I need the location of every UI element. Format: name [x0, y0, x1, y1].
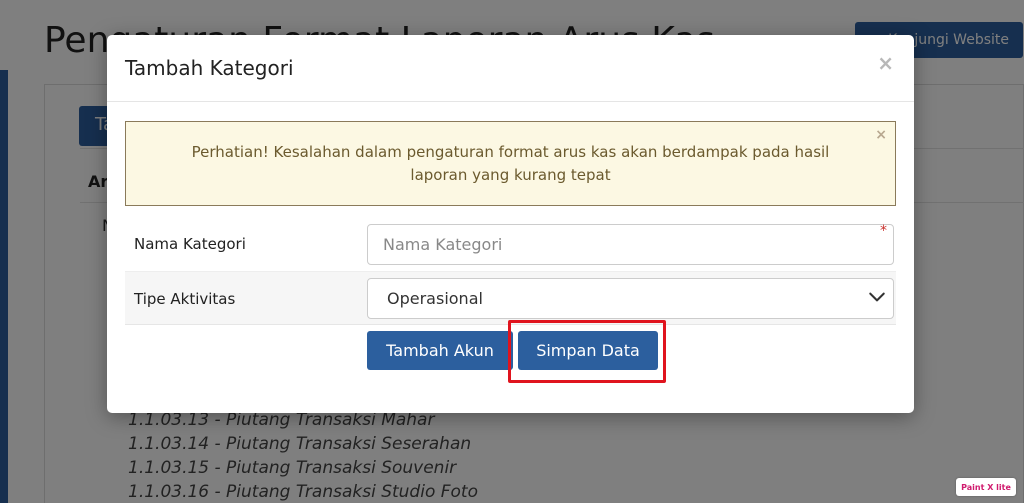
chevron-down-icon [869, 292, 885, 302]
add-account-button[interactable]: Tambah Akun [367, 331, 513, 370]
annotation-highlight [508, 320, 666, 383]
close-icon[interactable]: × [877, 51, 894, 75]
activity-type-select[interactable]: Operasional [367, 278, 894, 319]
activity-type-label: Tipe Aktivitas [134, 289, 236, 308]
alert-text: Perhatian! Kesalahan dalam pengaturan fo… [191, 143, 830, 184]
modal-header: Tambah Kategori × [107, 35, 914, 102]
category-name-label: Nama Kategori [134, 235, 246, 253]
required-marker: * [880, 223, 887, 239]
activity-type-row: Tipe Aktivitas Operasional [125, 271, 896, 325]
watermark-badge: Paint X lite [956, 478, 1016, 496]
modal-title: Tambah Kategori [125, 56, 294, 80]
warning-alert: Perhatian! Kesalahan dalam pengaturan fo… [125, 121, 896, 206]
alert-close-icon[interactable]: × [875, 124, 887, 147]
activity-type-value: Operasional [367, 278, 894, 319]
category-name-input[interactable] [367, 223, 894, 265]
category-name-row: Nama Kategori * [125, 217, 896, 271]
